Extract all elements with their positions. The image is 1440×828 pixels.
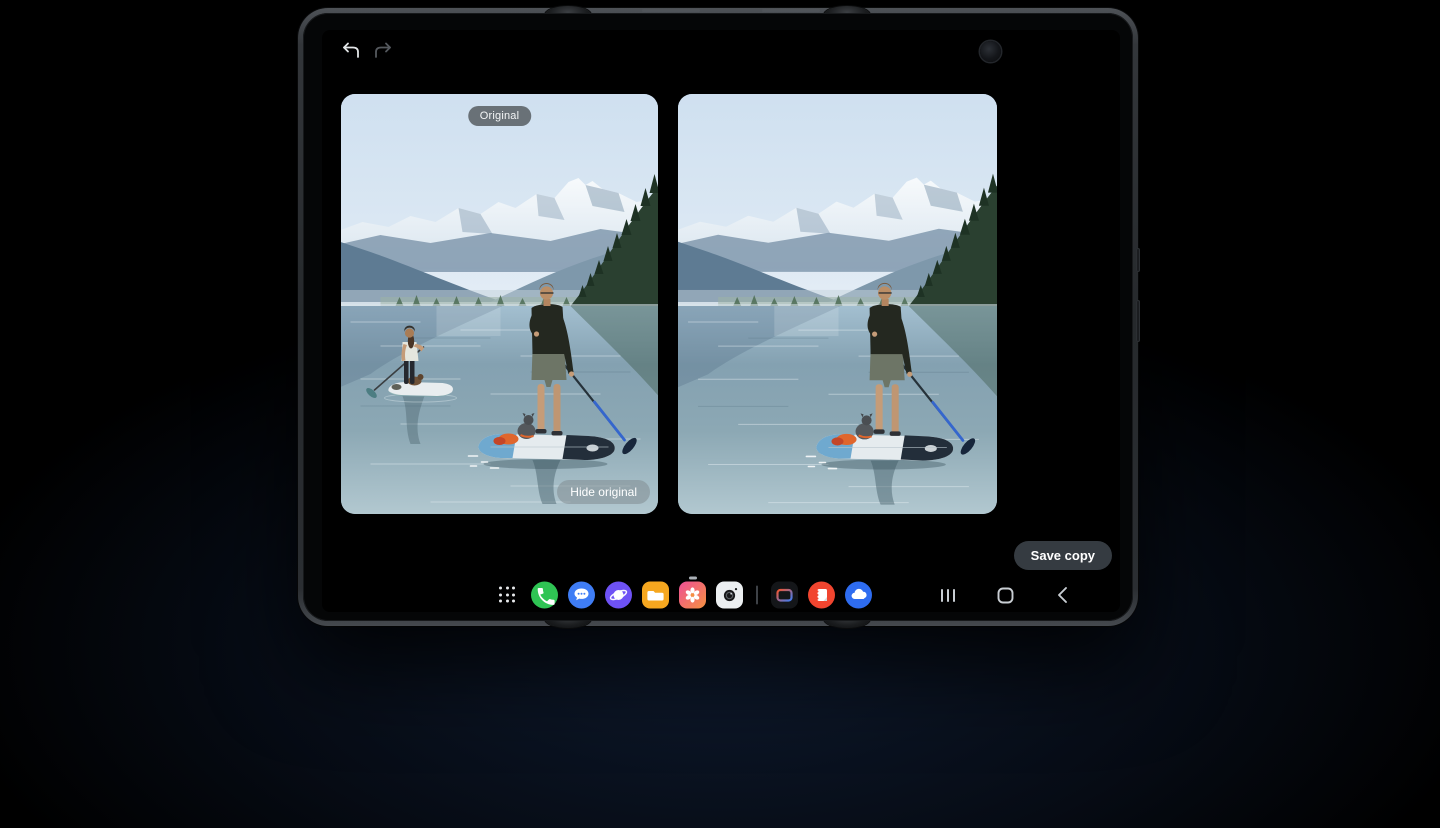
power-button — [1136, 248, 1140, 272]
back-button[interactable] — [1052, 585, 1072, 605]
lake-scene-with-two-paddleboarders — [341, 94, 658, 514]
save-copy-button[interactable]: Save copy — [1014, 541, 1112, 570]
tv-app[interactable] — [771, 582, 798, 609]
tv-screen-icon — [771, 582, 798, 609]
folder-icon — [642, 582, 669, 609]
recents-icon — [941, 589, 956, 602]
my-files-app[interactable] — [642, 582, 669, 609]
undo-button[interactable] — [338, 38, 362, 62]
phone-icon — [531, 582, 558, 609]
home-button[interactable] — [995, 585, 1015, 605]
notes-app[interactable] — [808, 582, 835, 609]
chat-bubble-icon — [568, 582, 595, 609]
foldable-device: Original Hide original Save copy — [298, 8, 1138, 626]
antenna-line — [642, 9, 700, 12]
hide-original-button[interactable]: Hide original — [557, 480, 650, 504]
undo-arrow-icon — [339, 41, 361, 59]
promo-background: Original Hide original Save copy — [0, 0, 1440, 828]
antenna-line — [762, 9, 820, 12]
app-drawer-button[interactable] — [494, 582, 521, 609]
history-controls — [338, 38, 396, 62]
app-grid-icon — [499, 587, 516, 604]
original-badge: Original — [468, 106, 532, 126]
home-icon — [997, 587, 1014, 604]
messages-app[interactable] — [568, 582, 595, 609]
dock-separator — [756, 586, 758, 605]
notepad-icon — [808, 582, 835, 609]
planet-globe-icon — [605, 582, 632, 609]
cloud-icon — [845, 582, 872, 609]
phone-app[interactable] — [531, 582, 558, 609]
before-after-comparison: Original Hide original — [341, 94, 997, 514]
device-screen: Original Hide original Save copy — [322, 30, 1120, 612]
dock — [494, 582, 872, 609]
original-photo[interactable]: Original Hide original — [341, 94, 658, 514]
redo-arrow-icon — [373, 41, 395, 59]
gallery-app[interactable] — [679, 582, 706, 609]
lake-scene-paddleboarder-removed — [678, 94, 997, 514]
internet-app[interactable] — [605, 582, 632, 609]
navigation-bar — [938, 585, 1072, 605]
camera-app[interactable] — [716, 582, 743, 609]
recents-button[interactable] — [938, 585, 958, 605]
volume-button — [1136, 300, 1140, 342]
front-camera — [980, 41, 1001, 62]
redo-button[interactable] — [372, 38, 396, 62]
cloud-app[interactable] — [845, 582, 872, 609]
taskbar — [322, 578, 1120, 612]
flower-icon — [679, 582, 706, 609]
back-chevron-icon — [1056, 586, 1068, 604]
running-app-indicator — [689, 577, 697, 580]
edited-photo[interactable] — [678, 94, 997, 514]
camera-lens-icon — [716, 582, 743, 609]
